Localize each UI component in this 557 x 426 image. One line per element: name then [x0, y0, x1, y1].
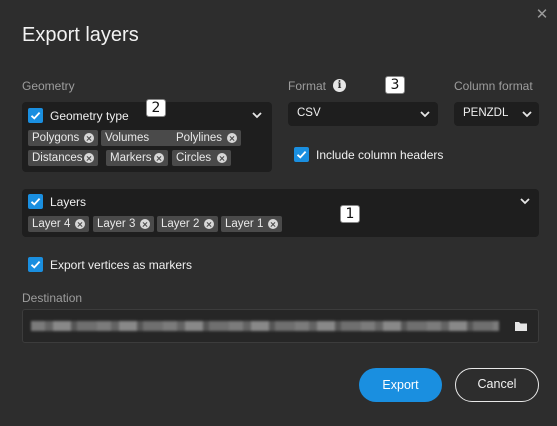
chevron-down-icon[interactable] [518, 194, 532, 208]
export-button[interactable]: Export [359, 368, 442, 402]
chip-label: Markers [110, 152, 152, 164]
layer-chip-1: Layer 1 [221, 216, 282, 232]
chip-label: Volumes [105, 132, 150, 144]
destination-input[interactable] [22, 309, 539, 343]
chevron-down-icon[interactable] [250, 108, 264, 122]
check-icon [30, 260, 41, 269]
check-icon [30, 197, 41, 206]
geometry-chip-polylines: Polylines [172, 130, 241, 146]
include-headers-checkbox[interactable] [294, 147, 309, 162]
annotation-badge: 1 [340, 205, 360, 223]
export-layers-dialog: ✕ Export layers Geometry Geometry type P… [0, 0, 557, 426]
layer-chip-2: Layer 2 [157, 216, 218, 232]
remove-chip-icon[interactable] [75, 219, 85, 229]
check-icon [30, 111, 41, 120]
export-vertices-checkbox[interactable] [28, 257, 43, 272]
remove-chip-icon[interactable] [204, 219, 214, 229]
column-format-label: Column format [454, 79, 533, 93]
chip-label: Distances [32, 152, 83, 164]
column-format-value: PENZDL [463, 107, 509, 119]
layer-chip-3: Layer 3 [93, 216, 154, 232]
chip-label: Layer 3 [97, 218, 136, 230]
info-icon[interactable]: i [333, 79, 346, 92]
annotation-badge: 3 [385, 76, 405, 94]
check-icon [296, 150, 307, 159]
format-value: CSV [297, 107, 321, 119]
column-format-select[interactable]: PENZDL [454, 102, 539, 126]
dialog-title: Export layers [22, 24, 139, 46]
include-headers-label: Include column headers [316, 148, 444, 162]
layer-chip-4: Layer 4 [28, 216, 89, 232]
export-vertices-label: Export vertices as markers [50, 258, 193, 272]
format-label: Format [288, 79, 327, 93]
layers-label: Layers [50, 195, 87, 209]
geometry-chip-distances: Distances [28, 150, 98, 166]
remove-chip-icon[interactable] [227, 133, 237, 143]
geometry-type-label: Geometry type [50, 109, 129, 123]
remove-chip-icon[interactable] [84, 133, 94, 143]
geometry-chip-circles: Circles [172, 150, 231, 166]
remove-chip-icon[interactable] [268, 219, 278, 229]
chip-label: Circles [176, 152, 212, 164]
chip-label: Layer 2 [161, 218, 200, 230]
geometry-chip-polygons: Polygons [28, 130, 98, 146]
layers-checkbox[interactable] [28, 194, 43, 209]
chevron-down-icon [420, 111, 430, 118]
remove-chip-icon[interactable] [217, 153, 227, 163]
chevron-down-icon [522, 111, 532, 118]
annotation-badge: 2 [146, 99, 166, 117]
chip-label: Polygons [32, 132, 80, 144]
geometry-label: Geometry [22, 79, 75, 93]
close-icon[interactable]: ✕ [533, 6, 551, 24]
chip-label: Polylines [176, 132, 223, 144]
layers-panel: Layers Layer 4 Layer 3 Layer 2 Layer 1 [22, 189, 539, 237]
chip-label: Layer 1 [225, 218, 264, 230]
destination-path-redacted [31, 321, 499, 331]
chip-label: Layer 4 [32, 218, 71, 230]
folder-icon[interactable] [514, 320, 528, 332]
geometry-chip-markers: Markers [106, 150, 168, 166]
format-select[interactable]: CSV [288, 102, 438, 126]
destination-label: Destination [22, 291, 83, 305]
remove-chip-icon[interactable] [154, 153, 164, 163]
remove-chip-icon[interactable] [140, 219, 150, 229]
remove-chip-icon[interactable] [84, 153, 94, 163]
geometry-type-checkbox[interactable] [28, 108, 43, 123]
cancel-button[interactable]: Cancel [455, 368, 539, 402]
